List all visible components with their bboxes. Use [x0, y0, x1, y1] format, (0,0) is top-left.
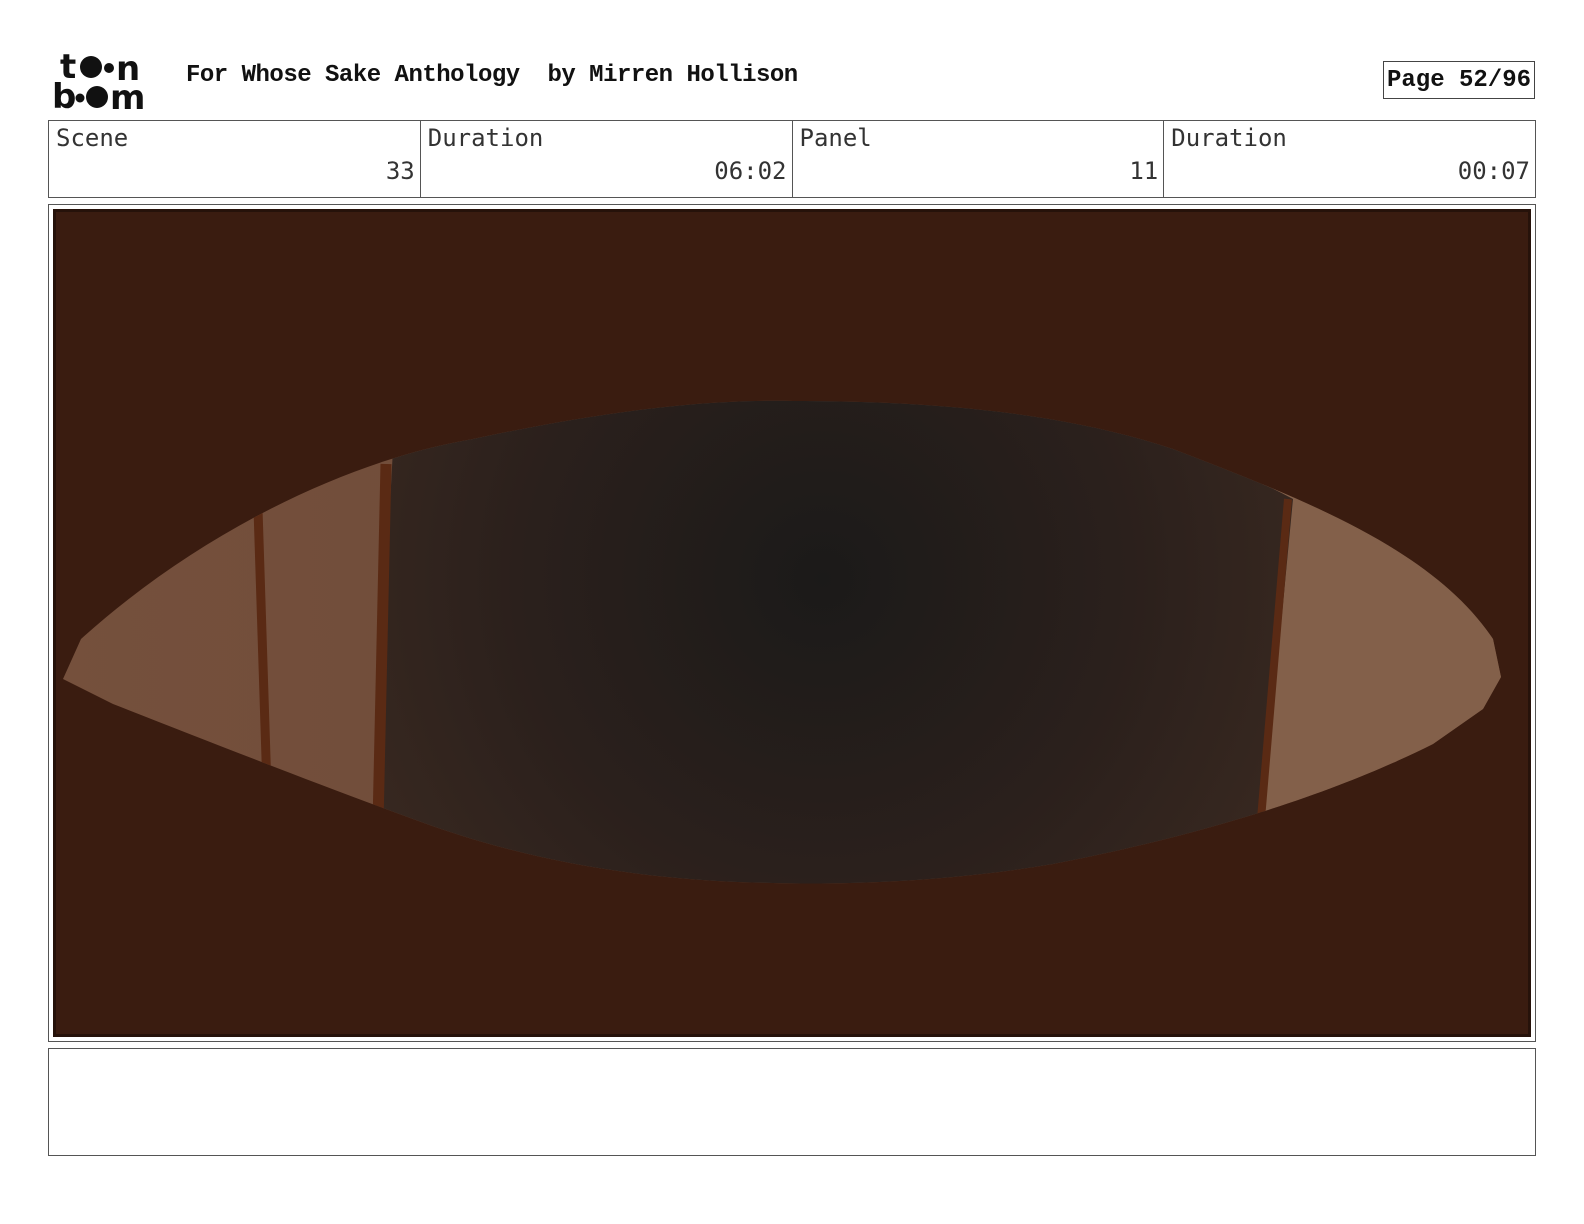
panel-label: Panel	[799, 124, 872, 152]
storyboard-panel-frame	[48, 204, 1536, 1042]
scene-cell: Scene 33	[49, 121, 421, 197]
panel-value: 11	[1129, 157, 1159, 185]
scene-duration-cell: Duration 06:02	[421, 121, 793, 197]
eye-iris	[373, 400, 1293, 884]
svg-text:m: m	[110, 78, 145, 112]
svg-text:b: b	[52, 77, 76, 112]
toon-boom-logo: t n b m	[52, 50, 145, 112]
scene-duration-label: Duration	[427, 124, 544, 152]
storyboard-panel-image	[53, 209, 1531, 1037]
panel-cell: Panel 11	[793, 121, 1165, 197]
panel-duration-value: 00:07	[1457, 157, 1530, 185]
panel-notes-box	[48, 1048, 1536, 1156]
panel-info-bar: Scene 33 Duration 06:02 Panel 11 Duratio…	[48, 120, 1536, 198]
panel-duration-cell: Duration 00:07	[1164, 121, 1535, 197]
scene-label: Scene	[56, 124, 129, 152]
panel-duration-label: Duration	[1171, 124, 1287, 152]
scene-duration-value: 06:02	[714, 157, 787, 185]
document-title: For Whose Sake Anthology by Mirren Holli…	[186, 62, 798, 89]
page-number: Page 52/96	[1383, 61, 1535, 99]
scene-value: 33	[385, 157, 415, 185]
